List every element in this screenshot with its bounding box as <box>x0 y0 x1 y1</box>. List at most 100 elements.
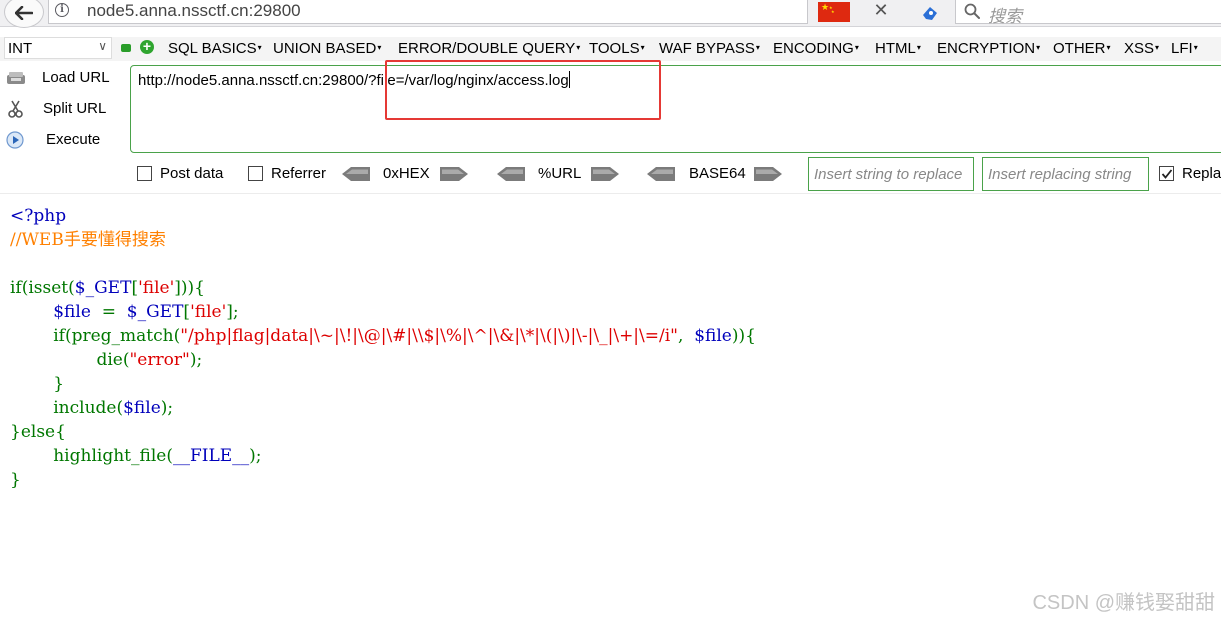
watermark: CSDN @赚钱娶甜甜 <box>1032 592 1215 614</box>
highlight-box <box>385 60 661 120</box>
minus-green-icon[interactable] <box>121 44 131 52</box>
code-token: ); <box>160 398 174 418</box>
code-line: } <box>10 372 756 396</box>
menu-tools[interactable]: TOOLS▾ <box>589 40 645 57</box>
code-line: include($file); <box>10 396 756 420</box>
menu-encoding[interactable]: ENCODING▾ <box>773 40 859 57</box>
code-token: $file <box>10 302 102 322</box>
addon-icon[interactable] <box>920 4 940 22</box>
code-line: }else{ <box>10 420 756 444</box>
base64-encode-arrow-icon[interactable] <box>754 167 782 181</box>
china-flag-icon: ★ ★ ★ <box>818 2 850 22</box>
back-button[interactable] <box>4 0 44 28</box>
replace-from-placeholder: Insert string to replace <box>814 166 963 183</box>
code-token: = <box>101 302 122 322</box>
info-icon[interactable]: i <box>55 3 69 17</box>
execute-label: Execute <box>46 131 101 148</box>
hex-encode-arrow-icon[interactable] <box>440 167 468 181</box>
referrer-label: Referrer <box>271 165 327 182</box>
code-token: } <box>10 374 65 394</box>
code-token: $_GET <box>121 302 184 322</box>
code-token: //WEB手要懂得搜索 <box>10 230 166 250</box>
code-token: 'file' <box>138 278 175 298</box>
code-token: $_GET <box>74 278 132 298</box>
close-icon[interactable]: ✕ <box>872 0 890 21</box>
base64-label: BASE64 <box>689 165 746 182</box>
post-data-label: Post data <box>160 165 224 182</box>
hex-label: 0xHEX <box>383 165 430 182</box>
menu-encryption[interactable]: ENCRYPTION▾ <box>937 40 1040 57</box>
search-icon <box>964 3 980 19</box>
type-select[interactable]: INT ∨ <box>4 37 112 59</box>
address-bar[interactable]: i node5.anna.nssctf.cn:29800 <box>48 0 808 24</box>
code-token: }else{ <box>10 422 66 442</box>
code-line: } <box>10 468 756 492</box>
chevron-down-icon: ∨ <box>98 39 107 53</box>
plus-green-icon[interactable]: + <box>140 39 154 54</box>
referrer-checkbox[interactable] <box>248 166 263 181</box>
code-line: $file = $_GET['file']; <box>10 300 756 324</box>
code-token: ); <box>189 350 203 370</box>
play-icon <box>6 131 24 149</box>
hackbar-menu: INT ∨ + SQL BASICS▾ UNION BASED▾ ERROR/D… <box>0 37 1221 61</box>
code-token: ); <box>249 446 262 466</box>
replace-from-input[interactable]: Insert string to replace <box>808 157 974 191</box>
base64-decode-arrow-icon[interactable] <box>647 167 675 181</box>
code-token: ])){ <box>174 278 205 298</box>
code-line: die("error"); <box>10 348 756 372</box>
load-url-icon <box>7 72 25 84</box>
replace-to-input[interactable]: Insert replacing string <box>982 157 1149 191</box>
code-token: highlight_file( <box>10 446 173 466</box>
menu-waf-bypass[interactable]: WAF BYPASS▾ <box>659 40 760 57</box>
menu-union-based[interactable]: UNION BASED▾ <box>273 40 381 57</box>
code-line: highlight_file(__FILE__); <box>10 444 756 468</box>
code-token: $file <box>694 326 732 346</box>
split-url-button[interactable]: Split URL <box>6 98 124 120</box>
hex-decode-arrow-icon[interactable] <box>342 167 370 181</box>
code-token: ]; <box>226 302 239 322</box>
code-token: __FILE__ <box>172 446 250 466</box>
panel-divider <box>0 193 1221 194</box>
split-url-label: Split URL <box>43 100 107 117</box>
url-encode-label: %URL <box>538 165 582 182</box>
menu-html[interactable]: HTML▾ <box>875 40 921 57</box>
menu-xss[interactable]: XSS▾ <box>1124 40 1159 57</box>
code-token: , <box>678 326 695 346</box>
code-line: if(isset($_GET['file'])){ <box>10 276 756 300</box>
code-line: //WEB手要懂得搜索 <box>10 228 756 252</box>
load-url-button[interactable]: Load URL <box>6 67 124 89</box>
menu-sql-basics[interactable]: SQL BASICS▾ <box>168 40 262 57</box>
scissors-icon <box>8 100 23 118</box>
code-token: $file <box>123 398 161 418</box>
replace-all-checkbox[interactable] <box>1159 166 1174 181</box>
search-placeholder: 搜索 <box>988 7 1022 27</box>
code-token: )){ <box>731 326 756 346</box>
code-line: <?php <box>10 204 756 228</box>
search-bar[interactable]: 搜索 <box>955 0 1221 27</box>
menu-error-double-query[interactable]: ERROR/DOUBLE QUERY▾ <box>398 40 580 57</box>
code-token: 'file' <box>190 302 227 322</box>
browser-toolbar: i node5.anna.nssctf.cn:29800 ★ ★ ★ ✕ 搜索 <box>0 0 1221 28</box>
code-token: if(isset( <box>10 278 75 298</box>
type-select-value: INT <box>8 40 33 57</box>
menu-lfi[interactable]: LFI▾ <box>1171 40 1198 57</box>
url-decode-arrow-icon[interactable] <box>497 167 525 181</box>
url-textarea[interactable]: http://node5.anna.nssctf.cn:29800/?file=… <box>130 65 1221 153</box>
code-token: <?php <box>10 206 67 226</box>
replace-all-label: Replace All <box>1182 165 1221 182</box>
code-token: if(preg_match( <box>10 326 181 346</box>
back-arrow-icon <box>15 6 33 20</box>
load-url-label: Load URL <box>42 69 110 86</box>
code-token: } <box>10 470 21 490</box>
post-data-checkbox[interactable] <box>137 166 152 181</box>
address-bar-url[interactable]: node5.anna.nssctf.cn:29800 <box>87 1 301 21</box>
php-source-code: <?php //WEB手要懂得搜索 if(isset($_GET['file']))… <box>10 204 756 492</box>
code-token: "/php|flag|data|\~|\!|\@|\#|\\$|\%|\^|\&… <box>180 326 678 346</box>
menu-other[interactable]: OTHER▾ <box>1053 40 1111 57</box>
execute-button[interactable]: Execute <box>6 129 124 151</box>
replace-to-placeholder: Insert replacing string <box>988 166 1132 183</box>
url-encode-arrow-icon[interactable] <box>591 167 619 181</box>
code-token: die( <box>10 350 130 370</box>
code-token: include( <box>10 398 124 418</box>
